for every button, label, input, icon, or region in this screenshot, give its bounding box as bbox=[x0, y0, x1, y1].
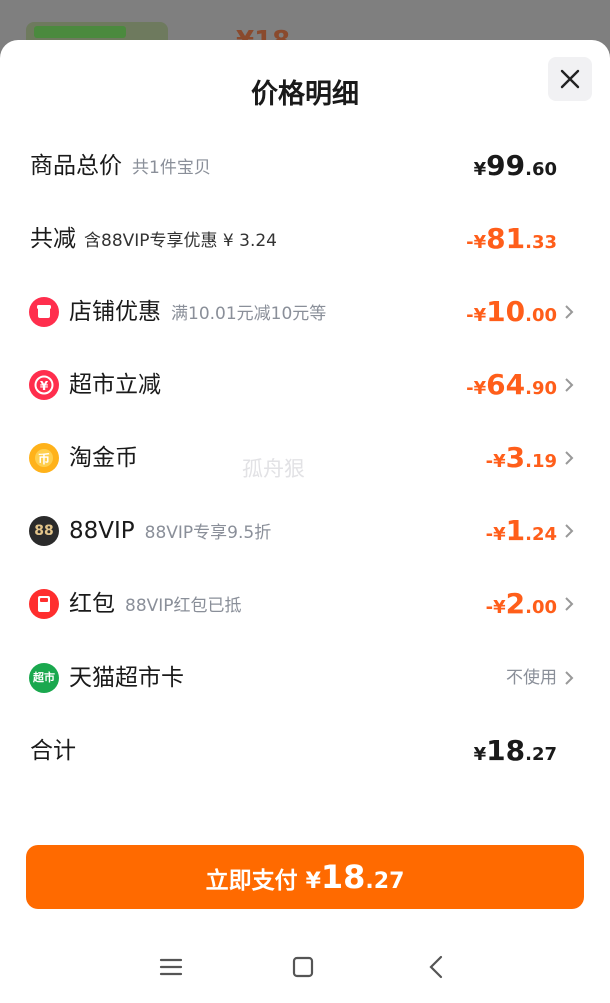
shop-discount-amount: -¥10.00 bbox=[466, 295, 557, 328]
chevron-right-icon bbox=[565, 378, 574, 392]
row-market-discount[interactable]: ¥ 超市立减 -¥64.90 bbox=[0, 363, 610, 407]
gold-coin-icon: 币 bbox=[29, 443, 59, 473]
watermark: 孤舟狠 bbox=[242, 457, 305, 481]
system-nav-bar bbox=[0, 940, 610, 1003]
red-packet-icon bbox=[29, 589, 59, 619]
vip-88-icon: 88 bbox=[29, 516, 59, 546]
menu-icon[interactable] bbox=[158, 954, 184, 980]
gold-coin-label: 淘金币 bbox=[69, 445, 138, 471]
gold-coin-amount: -¥3.19 bbox=[485, 441, 557, 474]
row-sum: 合计 ¥18.27 bbox=[0, 729, 610, 773]
reduction-sub: 含88VIP专享优惠 ¥ 3.24 bbox=[84, 231, 278, 251]
vip-amount: -¥1.24 bbox=[485, 514, 557, 547]
shop-discount-sub: 满10.01元减10元等 bbox=[171, 304, 327, 324]
sum-amount: ¥18.27 bbox=[473, 734, 557, 767]
red-packet-label: 红包 bbox=[69, 591, 115, 617]
row-red-packet[interactable]: 红包 88VIP红包已抵 -¥2.00 bbox=[0, 582, 610, 626]
sum-label: 合计 bbox=[30, 738, 76, 764]
chevron-right-icon bbox=[565, 671, 574, 685]
red-packet-sub: 88VIP红包已抵 bbox=[125, 596, 242, 616]
row-88vip[interactable]: 88 88VIP 88VIP专享9.5折 -¥1.24 bbox=[0, 509, 610, 553]
shop-discount-label: 店铺优惠 bbox=[69, 299, 161, 325]
goods-total-label: 商品总价 bbox=[30, 153, 122, 179]
vip-sub: 88VIP专享9.5折 bbox=[144, 523, 272, 543]
goods-total-amount: ¥99.60 bbox=[473, 149, 557, 182]
shop-icon bbox=[29, 297, 59, 327]
goods-total-sub: 共1件宝贝 bbox=[132, 158, 211, 178]
home-square-icon[interactable] bbox=[290, 954, 316, 980]
market-card-status: 不使用 bbox=[506, 668, 557, 688]
row-tmall-market-card[interactable]: 超市 天猫超市卡 不使用 bbox=[0, 656, 610, 700]
chevron-right-icon bbox=[565, 597, 574, 611]
sheet-title: 价格明细 bbox=[251, 79, 359, 110]
row-shop-discount[interactable]: 店铺优惠 满10.01元减10元等 -¥10.00 bbox=[0, 290, 610, 334]
close-button[interactable] bbox=[548, 57, 592, 101]
market-card-label: 天猫超市卡 bbox=[69, 665, 184, 691]
back-chevron-icon[interactable] bbox=[424, 954, 450, 980]
price-detail-sheet: 价格明细 商品总价 共1件宝贝 ¥99.60 共减 含88VIP专享优惠 ¥ 3.2… bbox=[0, 40, 610, 1003]
market-discount-amount: -¥64.90 bbox=[466, 368, 557, 401]
tmall-market-icon: 超市 bbox=[29, 663, 59, 693]
chevron-right-icon bbox=[565, 451, 574, 465]
row-goods-total: 商品总价 共1件宝贝 ¥99.60 bbox=[0, 144, 610, 188]
chevron-right-icon bbox=[565, 524, 574, 538]
pay-now-button[interactable]: 立即支付 ¥18.27 bbox=[26, 845, 584, 909]
reduction-label: 共减 bbox=[30, 226, 76, 252]
pay-now-label: 立即支付 bbox=[205, 868, 298, 894]
market-discount-label: 超市立减 bbox=[69, 372, 161, 398]
row-gold-coin[interactable]: 币 淘金币 -¥3.19 bbox=[0, 436, 610, 480]
red-packet-amount: -¥2.00 bbox=[485, 587, 557, 620]
chevron-right-icon bbox=[565, 305, 574, 319]
reduction-amount: -¥81.33 bbox=[466, 222, 557, 255]
yen-coupon-icon: ¥ bbox=[29, 370, 59, 400]
vip-label: 88VIP bbox=[69, 518, 135, 544]
svg-text:币: 币 bbox=[38, 452, 50, 466]
svg-text:¥: ¥ bbox=[40, 379, 49, 393]
close-icon bbox=[560, 69, 580, 89]
row-total-reduction: 共减 含88VIP专享优惠 ¥ 3.24 -¥81.33 bbox=[0, 217, 610, 261]
